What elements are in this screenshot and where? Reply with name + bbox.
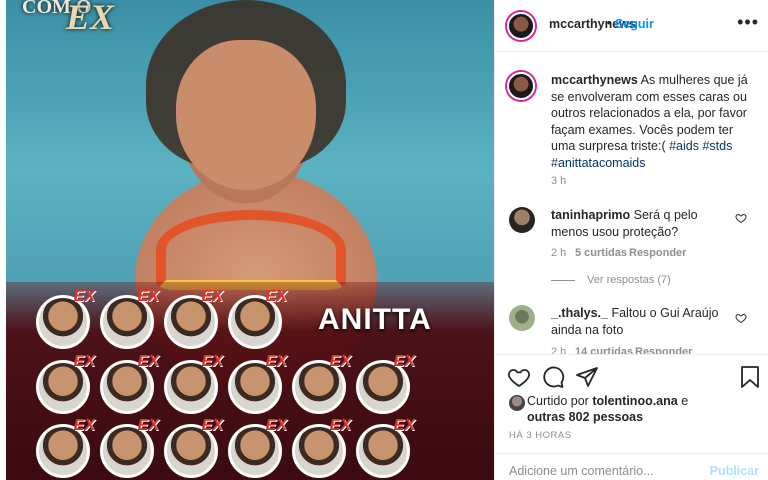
ex-mark-icon: EX xyxy=(201,288,223,305)
ex-mark-icon: EX xyxy=(137,353,159,370)
ex-mark-icon: EX xyxy=(73,353,95,370)
comment-likes[interactable]: 14 curtidas xyxy=(575,346,633,354)
ex-mark-icon: EX xyxy=(265,288,287,305)
ex-avatar: EX xyxy=(36,353,95,414)
ex-mark-icon: EX xyxy=(137,288,159,305)
comment-like-heart-icon[interactable] xyxy=(735,312,747,324)
instagram-post-modal: COM O EX ANITTA EX EX EX EX EX EX EX EX … xyxy=(0,0,768,480)
header-separator: • xyxy=(607,16,612,30)
like-heart-icon[interactable] xyxy=(507,365,531,389)
publish-button[interactable]: Publicar xyxy=(710,464,759,478)
ex-avatar: EX xyxy=(164,353,223,414)
comment-reply-button[interactable]: Responder xyxy=(629,247,686,259)
ex-avatar: EX xyxy=(228,288,287,349)
post-side-panel: mccarthynews • Seguir ••• mccarthynews A… xyxy=(494,0,768,480)
liked-by-text: Curtido por tolentinoo.ana e outras 802 … xyxy=(527,393,757,425)
photo-swimsuit-shape xyxy=(156,210,346,290)
liked-by-middle: e xyxy=(677,394,689,408)
hashtag-link[interactable]: #stds xyxy=(702,139,732,153)
ex-mark-icon: EX xyxy=(393,353,415,370)
featured-name: ANITTA xyxy=(318,303,432,336)
ex-avatar: EX xyxy=(164,288,223,349)
bookmark-icon[interactable] xyxy=(739,365,761,389)
ex-mark-icon: EX xyxy=(73,288,95,305)
ex-avatar: EX xyxy=(356,353,415,414)
liked-by-user[interactable]: tolentinoo.ana xyxy=(592,394,677,408)
ex-mark-icon: EX xyxy=(201,353,223,370)
post-header: mccarthynews • Seguir ••• xyxy=(495,0,768,52)
ex-avatar: EX xyxy=(292,417,351,478)
ex-mark-icon: EX xyxy=(393,417,415,434)
ex-avatar: EX xyxy=(100,417,159,478)
comment-input[interactable]: Adicione um comentário... xyxy=(509,464,654,478)
post-timestamp[interactable]: HÁ 3 HORAS xyxy=(509,430,572,441)
liked-by-prefix: Curtido por xyxy=(527,394,593,408)
view-replies-label: Ver respostas (7) xyxy=(587,274,671,286)
caption-time[interactable]: 3 h xyxy=(551,175,566,187)
ex-mark-icon: EX xyxy=(265,417,287,434)
replies-divider xyxy=(551,279,575,281)
liker-avatar[interactable] xyxy=(509,395,525,411)
ex-mark-icon: EX xyxy=(201,417,223,434)
add-comment-bar: Adicione um comentário... Publicar xyxy=(495,453,768,480)
photo-face-shape xyxy=(176,40,316,190)
share-paper-plane-icon[interactable] xyxy=(575,365,599,389)
post-actions: Curtido por tolentinoo.ana e outras 802 … xyxy=(495,354,768,480)
comment-meta-clipped: 2 h 14 curtidas Responder xyxy=(551,346,751,354)
ex-mark-icon: EX xyxy=(329,353,351,370)
commenter-avatar[interactable] xyxy=(509,207,535,233)
comment-time[interactable]: 2 h xyxy=(551,247,566,259)
caption-username[interactable]: mccarthynews xyxy=(551,73,638,87)
author-avatar[interactable] xyxy=(507,12,535,40)
logo-big-text: EX xyxy=(66,0,115,37)
comment-username[interactable]: taninhaprimo xyxy=(551,208,630,222)
comment-reply-button[interactable]: Responder xyxy=(635,346,692,354)
liked-by-others[interactable]: outras 802 pessoas xyxy=(527,410,643,424)
view-replies-button[interactable]: Ver respostas (7) xyxy=(551,274,671,286)
ex-avatar: EX xyxy=(36,288,95,349)
ex-avatar: EX xyxy=(100,353,159,414)
hashtag-link[interactable]: #anittatacomaids xyxy=(551,156,646,170)
comment-text: _.thalys._ Faltou o Gui Araújo ainda na … xyxy=(551,305,731,338)
show-logo: COM O EX xyxy=(22,0,132,42)
ex-avatar: EX xyxy=(100,288,159,349)
comment-time[interactable]: 2 h xyxy=(551,346,566,354)
follow-button[interactable]: Seguir xyxy=(615,17,654,31)
ex-avatar: EX xyxy=(164,417,223,478)
ex-avatar: EX xyxy=(356,417,415,478)
ex-avatar: EX xyxy=(228,353,287,414)
ex-avatar: EX xyxy=(228,417,287,478)
commenter-avatar[interactable] xyxy=(509,305,535,331)
more-options-icon[interactable]: ••• xyxy=(737,12,759,33)
caption-author-avatar[interactable] xyxy=(507,72,535,100)
ex-avatar: EX xyxy=(292,353,351,414)
post-caption: mccarthynews As mulheres que já se envol… xyxy=(551,72,756,171)
post-media[interactable]: COM O EX ANITTA EX EX EX EX EX EX EX EX … xyxy=(6,0,494,480)
ex-mark-icon: EX xyxy=(137,417,159,434)
comment-bubble-icon[interactable] xyxy=(541,365,565,389)
comment-like-heart-icon[interactable] xyxy=(735,212,747,224)
comment-text: taninhaprimo Será q pelo menos usou prot… xyxy=(551,207,731,240)
hashtag-link[interactable]: #aids xyxy=(669,139,699,153)
ex-mark-icon: EX xyxy=(265,353,287,370)
comment-likes[interactable]: 5 curtidas xyxy=(575,247,627,259)
ex-mark-icon: EX xyxy=(73,417,95,434)
ex-mark-icon: EX xyxy=(329,417,351,434)
ex-avatar: EX xyxy=(36,417,95,478)
comment-username[interactable]: _.thalys._ xyxy=(551,306,608,320)
